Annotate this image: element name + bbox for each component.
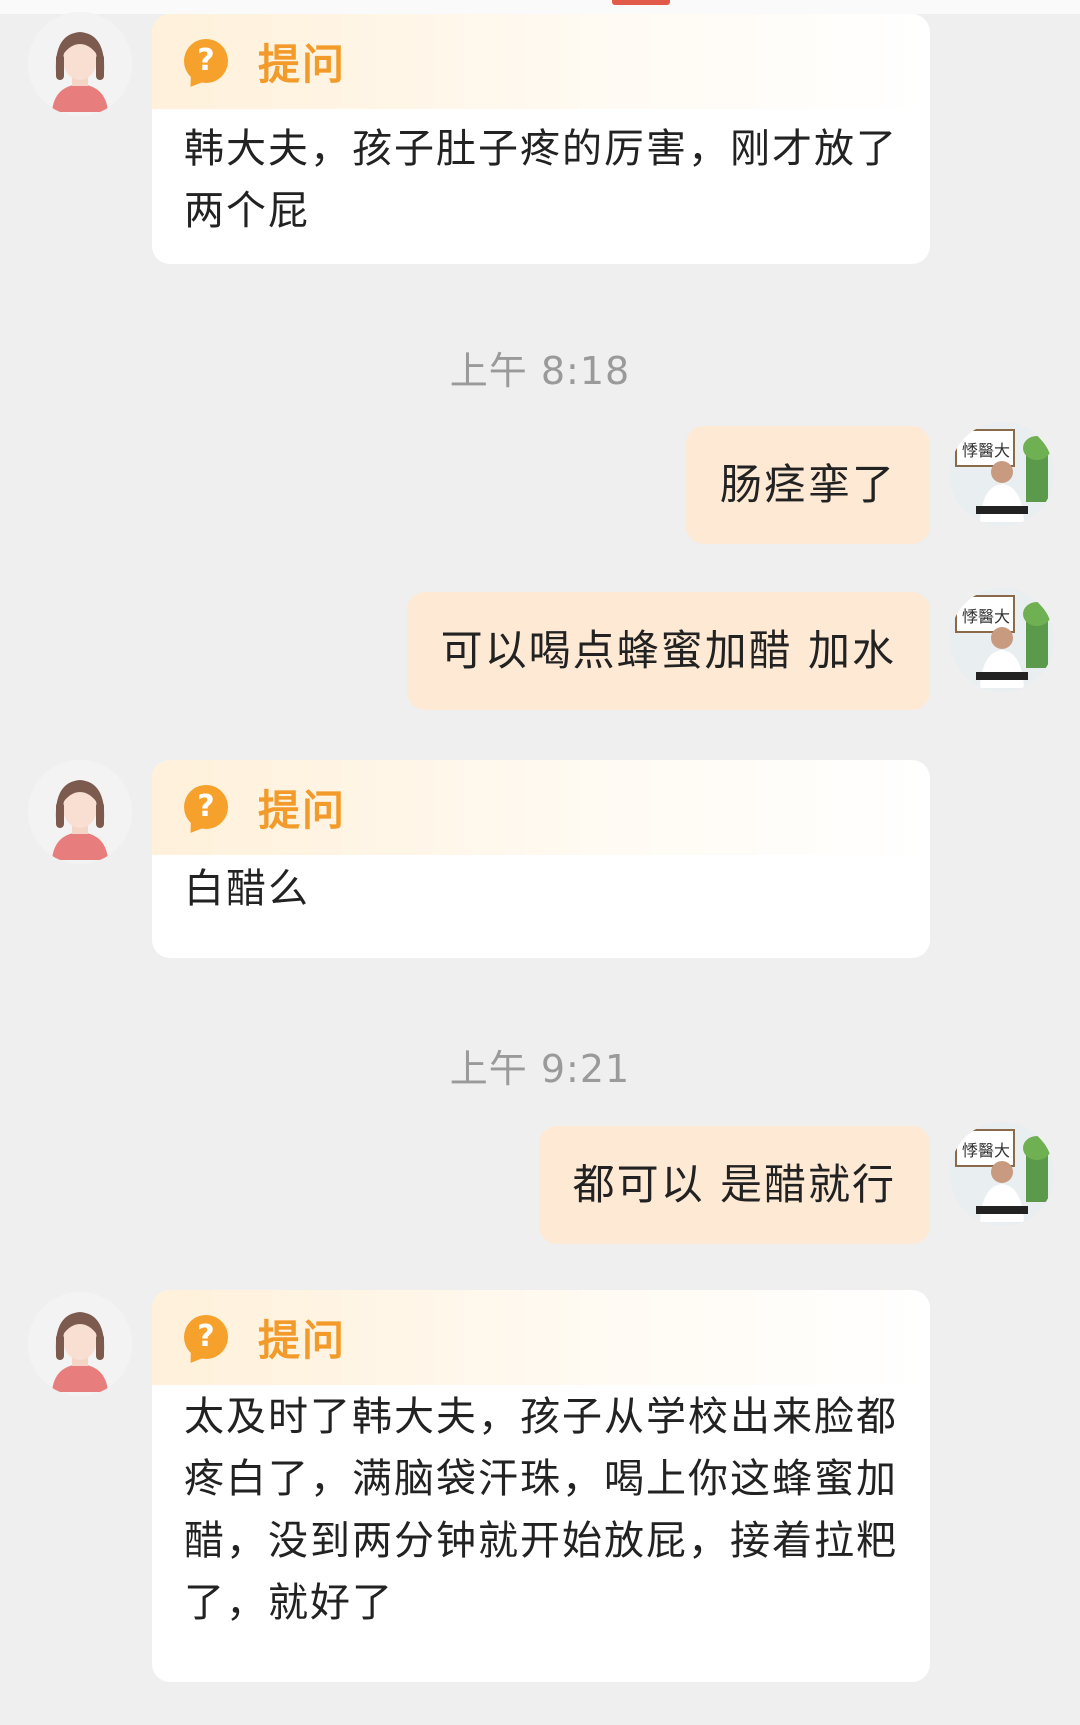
top-indicator: [612, 0, 670, 5]
doctor-avatar-icon: 悸醫大: [950, 588, 1054, 692]
question-text: 韩大夫，孩子肚子疼的厉害，刚才放了两个屁: [184, 126, 898, 234]
doctor-avatar[interactable]: 悸醫大: [950, 1122, 1054, 1226]
status-bar-edge: [0, 0, 1080, 14]
timestamp: 上午 8:18: [449, 349, 631, 393]
svg-text:悸醫大: 悸醫大: [962, 441, 1010, 460]
timestamp: 上午 9:21: [449, 1047, 631, 1091]
question-bubble[interactable]: ? 提问 韩大夫，孩子肚子疼的厉害，刚才放了两个屁: [152, 14, 930, 264]
user-avatar[interactable]: [28, 12, 132, 116]
question-mark-icon: ?: [184, 39, 228, 83]
question-header: ? 提问: [184, 1308, 900, 1366]
girl-avatar-icon: [28, 12, 132, 116]
answer-bubble[interactable]: 都可以 是醋就行: [538, 1126, 930, 1244]
doctor-avatar[interactable]: 悸醫大: [950, 588, 1054, 692]
svg-text:悸醫大: 悸醫大: [962, 1141, 1010, 1160]
girl-avatar-icon: [28, 760, 132, 864]
doctor-avatar-icon: 悸醫大: [950, 422, 1054, 526]
question-mark-icon: ?: [184, 1315, 228, 1359]
doctor-avatar-icon: 悸醫大: [950, 1122, 1054, 1226]
doctor-avatar[interactable]: 悸醫大: [950, 422, 1054, 526]
girl-avatar-icon: [28, 1292, 132, 1396]
answer-bubble[interactable]: 肠痉挛了: [685, 426, 930, 544]
question-bubble[interactable]: ? 提问 太及时了韩大夫，孩子从学校出来脸都疼白了，满脑袋汗珠，喝上你这蜂蜜加醋…: [152, 1290, 930, 1682]
question-label: 提问: [258, 39, 347, 89]
user-avatar[interactable]: [28, 760, 132, 864]
question-label: 提问: [258, 1315, 347, 1365]
question-text: 白醋么: [184, 866, 310, 912]
answer-bubble[interactable]: 可以喝点蜂蜜加醋 加水: [406, 592, 930, 710]
question-header: ? 提问: [184, 32, 900, 90]
svg-text:悸醫大: 悸醫大: [962, 607, 1010, 626]
question-header: ? 提问: [184, 778, 900, 836]
question-label: 提问: [258, 785, 347, 835]
question-mark-icon: ?: [184, 785, 228, 829]
question-bubble[interactable]: ? 提问 白醋么: [152, 760, 930, 958]
question-text: 太及时了韩大夫，孩子从学校出来脸都疼白了，满脑袋汗珠，喝上你这蜂蜜加醋，没到两分…: [184, 1394, 898, 1626]
user-avatar[interactable]: [28, 1292, 132, 1396]
